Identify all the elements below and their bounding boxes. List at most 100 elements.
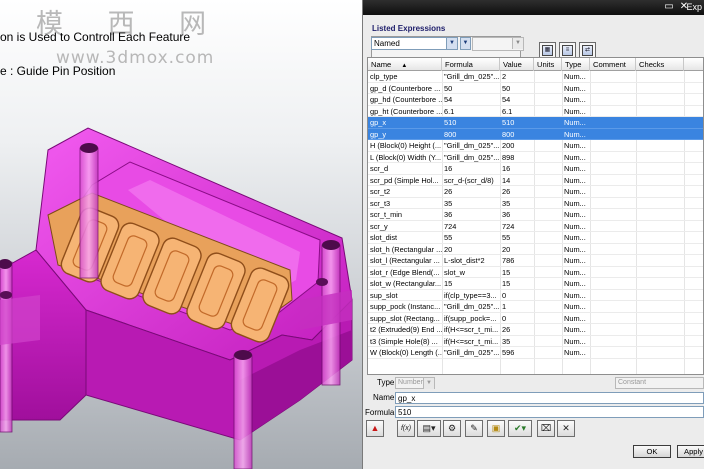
cell-type: Num...	[564, 210, 586, 219]
graphics-viewport[interactable]: 模 西 网 on is Used to Controll Each Featur…	[0, 0, 362, 469]
cell-value: 0	[502, 313, 507, 323]
cell-units	[534, 255, 562, 267]
formula-field[interactable]: 510	[395, 406, 704, 418]
table-row[interactable]: slot_l (Rectangular ... L-slot_dist*2 786 N…	[368, 255, 703, 267]
reference-menu-icon[interactable]: ▤▾	[417, 420, 441, 437]
table-row[interactable]: supp_pock (Instanc... "Grill_dm_025"... 1 N…	[368, 301, 703, 313]
filter-options-button[interactable]: ▼	[460, 37, 471, 50]
cell-formula: 26	[444, 187, 453, 196]
cell-type: Num...	[564, 129, 586, 139]
cell-value: 1	[502, 302, 507, 311]
table-row[interactable]: clp_type "Grill_dm_025"... 2 Num...	[368, 71, 703, 83]
table-row[interactable]: H (Block(0) Height (... "Grill_dm_025"...…	[368, 140, 703, 152]
column-header-type[interactable]: Type	[562, 58, 590, 71]
measure-length-icon[interactable]: ✎	[465, 420, 483, 437]
table-row[interactable]: W (Block(0) Length (... "Grill_dm_025"...…	[368, 347, 703, 359]
dialog-title-bar[interactable]: ▭ ✕ Exp	[363, 0, 704, 15]
table-row[interactable]: t3 (Simple Hole(8) ... if(H<=scr_t_mi... 3…	[368, 336, 703, 348]
minimize-icon[interactable]: ▭	[663, 1, 675, 13]
cell-value: 26	[502, 187, 511, 196]
expressions-table[interactable]: Name ▲ Formula Value Units Type Comment …	[367, 57, 704, 375]
table-row[interactable]: t2 (Extruded(9) End ... if(H<=scr_t_mi...…	[368, 324, 703, 336]
constant-select[interactable]: Constant	[615, 377, 704, 389]
table-row[interactable]: scr_t3 35 35 Num...	[368, 198, 703, 209]
caption-line-1: on is Used to Controll Each Feature	[0, 30, 191, 44]
cell-name: slot_l (Rectangular ...	[370, 256, 440, 265]
table-row[interactable]: scr_y 724 724 Num...	[368, 221, 703, 232]
name-field[interactable]: gp_x	[395, 392, 704, 404]
cell-units	[534, 71, 562, 83]
table-row[interactable]: gp_ht (Counterbore ... 6.1 6.1 Num...	[368, 106, 703, 117]
table-row[interactable]: scr_d 16 16 Num...	[368, 163, 703, 175]
apply-check-icon[interactable]: ✔▾	[508, 420, 532, 437]
cell-name: scr_y	[370, 221, 388, 231]
formula-label: Formula	[365, 408, 395, 417]
cancel-edit-icon[interactable]: ✕	[557, 420, 575, 437]
filter-secondary-select[interactable]: ▼	[472, 37, 524, 51]
ok-button[interactable]: OK	[633, 445, 671, 458]
table-row[interactable]: supp_slot (Rectang... if(supp_pock=... 0 Nu…	[368, 313, 703, 324]
cell-name: gp_d (Counterbore ...	[370, 83, 441, 93]
measure-distance-icon[interactable]: ⚙	[443, 420, 461, 437]
cell-units	[534, 175, 562, 187]
cell-formula: 15	[444, 279, 453, 288]
cell-type: Num...	[564, 118, 586, 127]
cell-formula: if(supp_pock=...	[444, 313, 497, 323]
open-folder-icon[interactable]: ▣	[487, 420, 505, 437]
column-header-units[interactable]: Units	[534, 58, 562, 71]
cell-formula: "Grill_dm_025"...	[444, 348, 500, 357]
cell-units	[534, 324, 562, 336]
cell-type: Num...	[564, 175, 586, 185]
cell-formula: 20	[444, 244, 453, 254]
column-header-value[interactable]: Value	[500, 58, 534, 71]
cell-type: Num...	[564, 164, 586, 173]
table-row[interactable]: gp_hd (Counterbore ... 54 54 Num...	[368, 94, 703, 106]
function-button[interactable]: f(x)	[397, 420, 415, 437]
table-row[interactable]: scr_t_min 36 36 Num...	[368, 209, 703, 221]
delete-expression-icon[interactable]: ⌧	[537, 420, 555, 437]
column-header-name[interactable]: Name ▲	[368, 58, 442, 71]
cell-units	[534, 209, 562, 221]
column-header-formula[interactable]: Formula	[442, 58, 500, 71]
table-row[interactable]: sup_slot if(clp_type==3... 0 Num...	[368, 290, 703, 302]
table-row[interactable]: slot_h (Rectangular ... 20 20 Num...	[368, 244, 703, 255]
cell-value: 14	[502, 175, 511, 185]
cell-units	[534, 232, 562, 244]
chevron-down-icon[interactable]: ▼	[423, 378, 434, 389]
table-row[interactable]: gp_d (Counterbore ... 50 50 Num...	[368, 83, 703, 95]
type-select[interactable]: Number ▼	[395, 377, 435, 389]
collapse-up-icon[interactable]: ▲	[366, 420, 384, 437]
cell-name: clp_type	[370, 72, 398, 81]
cell-units	[534, 83, 562, 95]
table-row[interactable]: slot_dist 55 55 Num...	[368, 232, 703, 244]
cell-name: t3 (Simple Hole(8) ...	[370, 336, 438, 346]
cell-type: Num...	[564, 267, 586, 277]
caption-line-2: e : Guide Pin Position	[0, 64, 116, 78]
apply-button[interactable]: Apply	[677, 445, 704, 458]
table-row[interactable]: slot_r (Edge Blend(... slot_w 15 Num...	[368, 267, 703, 278]
table-row[interactable]: scr_t2 26 26 Num...	[368, 186, 703, 198]
cell-type: Num...	[564, 72, 586, 81]
cell-formula: 724	[444, 221, 457, 231]
cell-type: Num...	[564, 141, 586, 150]
cell-value: 20	[502, 244, 511, 254]
table-row[interactable]: slot_w (Rectangular... 15 15 Num...	[368, 278, 703, 290]
cell-units	[534, 336, 562, 348]
table-row[interactable]: L (Block(0) Width (Y... "Grill_dm_025"...…	[368, 152, 703, 163]
cell-type: Num...	[564, 244, 586, 254]
cell-formula: L-slot_dist*2	[444, 256, 485, 265]
table-row[interactable]: gp_x 510 510 Num...	[368, 117, 703, 129]
cell-units	[534, 290, 562, 302]
cell-type: Num...	[564, 336, 586, 346]
table-row[interactable]: gp_y 800 800 Num...	[368, 128, 703, 140]
cell-type: Num...	[564, 279, 586, 288]
column-header-comment[interactable]: Comment	[590, 58, 636, 71]
cell-name: scr_d	[370, 164, 389, 173]
chevron-down-icon[interactable]: ▼	[446, 38, 457, 49]
chevron-down-icon[interactable]: ▼	[512, 38, 523, 49]
table-row[interactable]: scr_pd (Simple Hol... scr_d-(scr_d/8) 14 Nu…	[368, 175, 703, 187]
cell-formula: 510	[444, 118, 457, 127]
listed-filter-select[interactable]: Named ▼	[371, 37, 458, 50]
cell-type: Num...	[564, 233, 586, 242]
column-header-checks[interactable]: Checks	[636, 58, 684, 71]
